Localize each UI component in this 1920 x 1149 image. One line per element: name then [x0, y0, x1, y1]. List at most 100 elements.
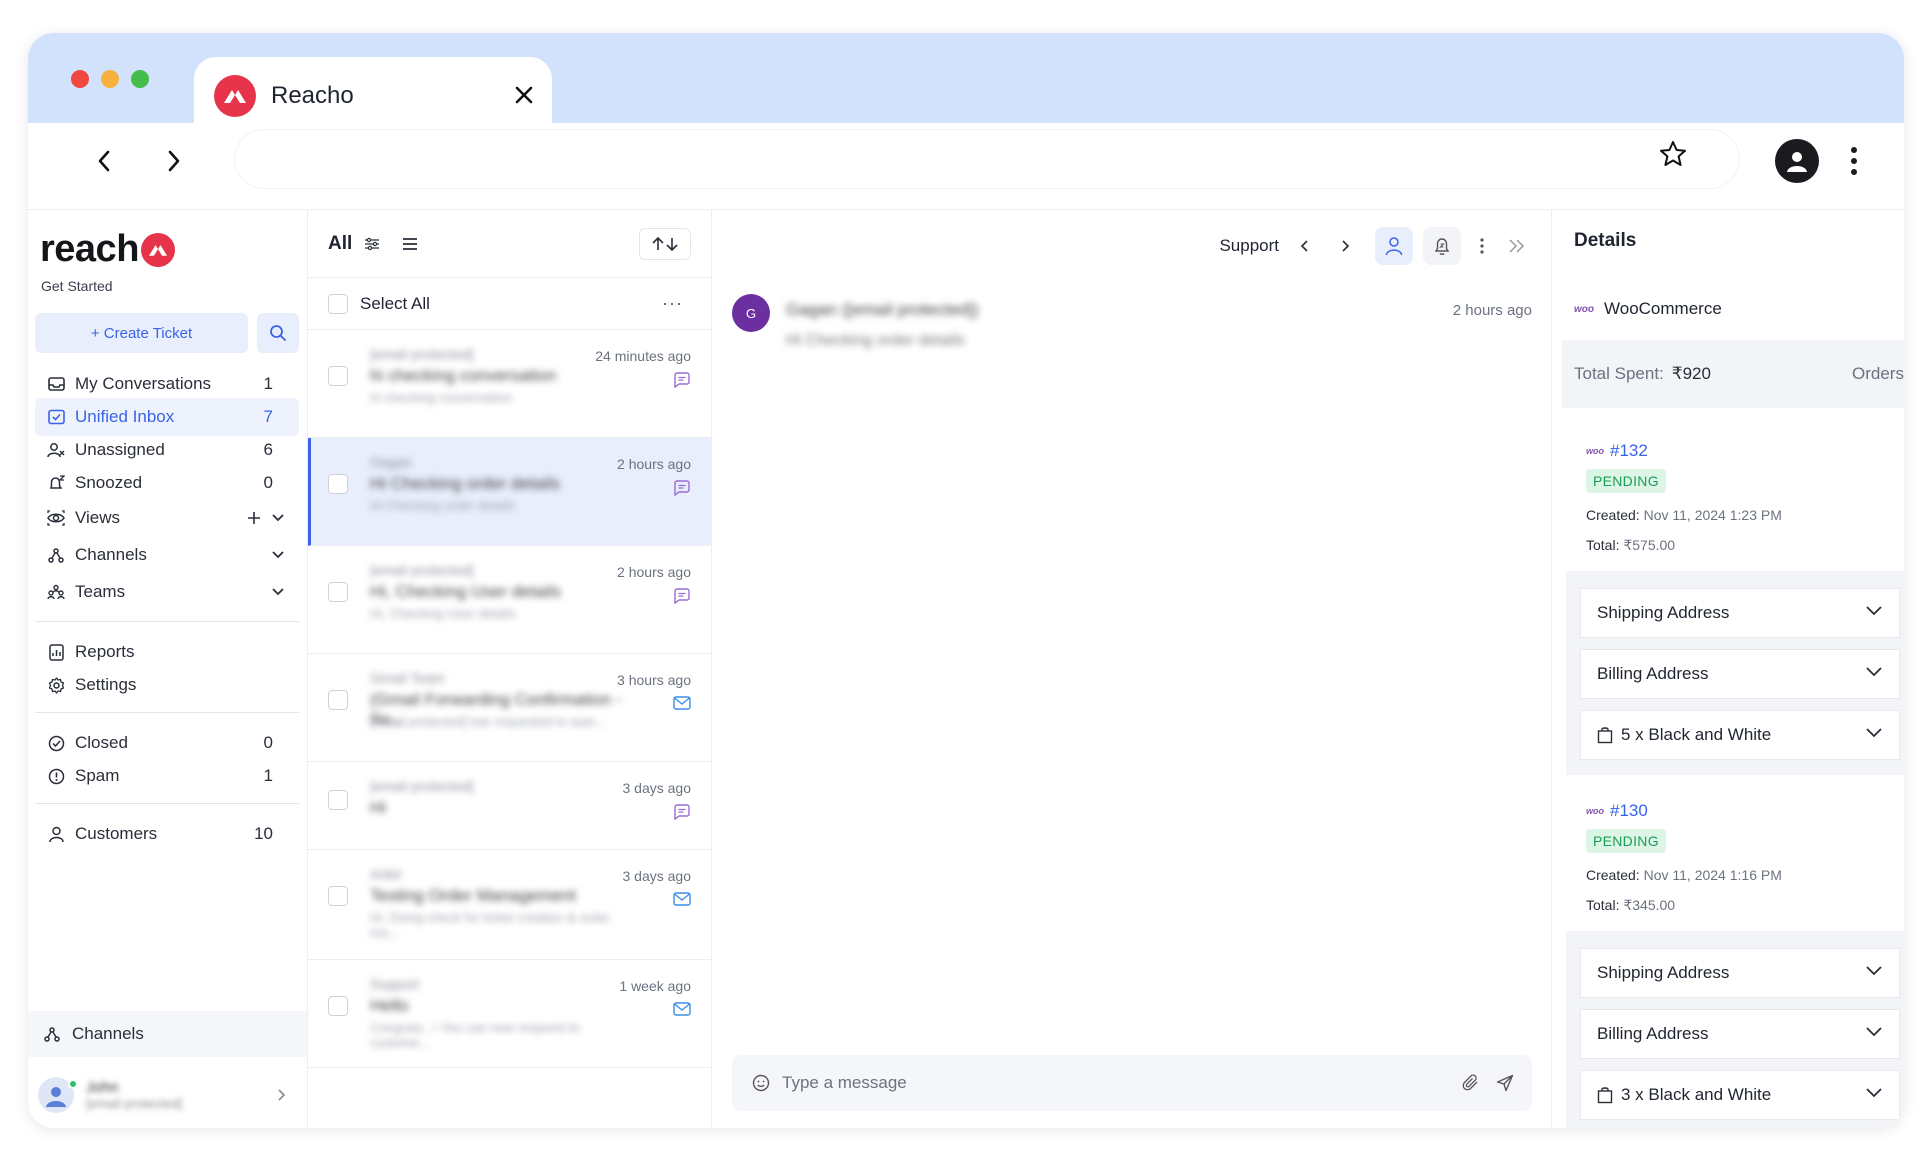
sidebar-item-views[interactable]: Views	[35, 499, 299, 537]
send-icon[interactable]	[1496, 1074, 1514, 1092]
order-items-accordion[interactable]: 3 x Black and White	[1580, 1070, 1900, 1120]
browser-menu-icon[interactable]	[1844, 139, 1864, 183]
message-composer[interactable]: Type a message	[732, 1055, 1532, 1111]
message-input[interactable]: Type a message	[782, 1073, 907, 1093]
next-conversation-icon[interactable]	[1335, 227, 1357, 265]
views-controls	[247, 511, 285, 525]
sidebar-item-settings[interactable]: Settings	[35, 666, 299, 704]
conversation-preview: Hi, Checking User details	[370, 606, 516, 621]
order-id-link[interactable]: woo #132	[1586, 441, 1648, 461]
conversation-checkbox[interactable]	[328, 996, 348, 1016]
conversation-item[interactable]: Support Hello Congrats...! You can now r…	[308, 960, 711, 1068]
attachment-paperclip-icon[interactable]	[1462, 1074, 1480, 1092]
chat-channel-icon	[673, 588, 691, 609]
sidebar-item-snoozed[interactable]: Snoozed 0	[35, 464, 299, 502]
create-ticket-button[interactable]: + Create Ticket	[35, 313, 248, 353]
list-view-icon[interactable]	[402, 237, 418, 251]
details-panel: Details woo WooCommerce Total Spent: ₹92…	[1552, 210, 1904, 1128]
team-dropdown[interactable]: Support	[1219, 236, 1279, 256]
sidebar-item-teams[interactable]: Teams	[35, 573, 299, 611]
forward-icon[interactable]	[154, 141, 194, 181]
order-total: Total: ₹345.00	[1586, 897, 1675, 914]
get-started-link[interactable]: Get Started	[41, 278, 113, 294]
conversation-item[interactable]: [email protected] hi checking conversati…	[308, 330, 711, 438]
filter-dropdown[interactable]: All	[328, 233, 352, 255]
list-more-icon[interactable]: ···	[662, 293, 683, 314]
profile-avatar-icon[interactable]	[1775, 139, 1819, 183]
conversation-item-selected[interactable]: Gagan Hi Checking order details Hi Check…	[308, 438, 711, 546]
billing-address-accordion[interactable]: Billing Address	[1580, 1009, 1900, 1059]
add-view-icon[interactable]	[247, 511, 261, 525]
sort-arrows-icon	[652, 236, 678, 252]
conversation-checkbox[interactable]	[328, 886, 348, 906]
details-title: Details	[1574, 230, 1637, 251]
woocommerce-logo-icon: woo	[1586, 446, 1604, 456]
total-label: Total:	[1586, 897, 1620, 913]
conversation-item[interactable]: [email protected] Hi, Checking User deta…	[308, 546, 711, 654]
billing-address-accordion[interactable]: Billing Address	[1580, 649, 1900, 699]
sidebar-divider	[35, 712, 299, 713]
order-id-link[interactable]: woo #130	[1586, 801, 1648, 821]
sidebar-item-label: Teams	[75, 582, 126, 601]
collapse-panel-icon[interactable]	[1503, 227, 1531, 265]
bottom-channels-link[interactable]: Channels	[28, 1011, 307, 1057]
sidebar-item-spam[interactable]: Spam 1	[35, 757, 299, 795]
shipping-address-accordion[interactable]: Shipping Address	[1580, 588, 1900, 638]
sidebar-item-channels[interactable]: Channels	[35, 536, 299, 574]
conversation-checkbox[interactable]	[328, 690, 348, 710]
emoji-icon[interactable]	[752, 1074, 770, 1092]
conversation-item[interactable]: Gmail Team (Gmail Forwarding Confirmatio…	[308, 654, 711, 762]
address-bar[interactable]	[234, 129, 1740, 189]
chevron-down-icon[interactable]	[271, 550, 285, 560]
user-name: John	[86, 1079, 119, 1096]
conversation-preview: [email protected] has requested to auto.…	[370, 714, 607, 729]
sort-button[interactable]	[639, 228, 691, 260]
sidebar-item-label: Customers	[75, 824, 158, 843]
chat-channel-icon	[673, 480, 691, 501]
more-options-icon[interactable]	[1471, 227, 1493, 265]
shipping-address-accordion[interactable]: Shipping Address	[1580, 948, 1900, 998]
message-time: 2 hours ago	[1452, 302, 1532, 319]
chevron-right-icon[interactable]	[277, 1088, 287, 1102]
snooze-bell-icon[interactable]	[1423, 227, 1461, 265]
chevron-down-icon[interactable]	[271, 587, 285, 597]
conversation-checkbox[interactable]	[328, 790, 348, 810]
back-icon[interactable]	[84, 141, 124, 181]
conversation-checkbox[interactable]	[328, 582, 348, 602]
sidebar-item-count: 1	[263, 766, 273, 785]
close-tab-icon[interactable]	[506, 77, 542, 113]
conversation-subject: Hello	[370, 996, 409, 1015]
woocommerce-section-header[interactable]: woo WooCommerce	[1562, 286, 1904, 332]
order-card: woo #132 PENDING Created: Nov 11, 2024 1…	[1566, 423, 1904, 775]
search-icon	[270, 325, 286, 341]
message-body: Hi Checking order details	[786, 332, 965, 349]
previous-conversation-icon[interactable]	[1293, 227, 1315, 265]
sidebar: reach Get Started + Create Ticket My Con…	[28, 210, 308, 1128]
select-all-label: Select All	[360, 293, 430, 313]
conversation-checkbox[interactable]	[328, 474, 348, 494]
filter-sliders-icon[interactable]	[364, 237, 380, 251]
order-total: Total: ₹575.00	[1586, 537, 1675, 554]
conversation-subject: (Gmail Forwarding Confirmation - Re...	[370, 690, 622, 729]
email-channel-icon	[673, 892, 691, 911]
bookmark-star-icon[interactable]	[1658, 139, 1688, 174]
conversation-time: 24 minutes ago	[595, 348, 691, 364]
current-user[interactable]: John [email protected]	[28, 1065, 307, 1125]
chevron-down-icon[interactable]	[271, 513, 285, 523]
sidebar-item-customers[interactable]: Customers 10	[35, 815, 299, 853]
conversation-checkbox[interactable]	[328, 366, 348, 386]
user-email: [email protected]	[86, 1096, 183, 1111]
close-window-dot[interactable]	[71, 70, 89, 88]
total-value: ₹575.00	[1623, 537, 1676, 553]
minimize-window-dot[interactable]	[101, 70, 119, 88]
conversation-item[interactable]: Ankit Testing Order Management Hi, Doing…	[308, 850, 711, 960]
select-all-checkbox[interactable]	[328, 293, 348, 314]
maximize-window-dot[interactable]	[131, 70, 149, 88]
assign-user-icon[interactable]	[1375, 227, 1413, 265]
order-items-accordion[interactable]: 5 x Black and White	[1580, 710, 1900, 760]
integration-name: WooCommerce	[1604, 299, 1722, 318]
search-button[interactable]	[257, 313, 299, 353]
conversation-item[interactable]: [email protected] Hi 3 days ago	[308, 762, 711, 850]
conversation-time: 3 days ago	[622, 780, 692, 796]
brand-logo[interactable]: reach	[40, 228, 175, 271]
